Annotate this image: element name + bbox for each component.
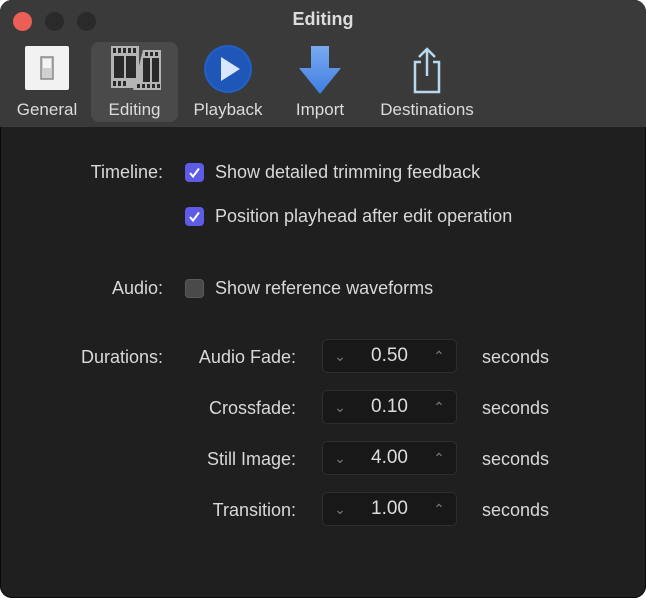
audio-fade-stepper[interactable]: ⌄ 0.50 ⌃ (322, 339, 457, 373)
tab-playback[interactable]: Playback (186, 42, 270, 122)
chevron-up-icon[interactable]: ⌃ (424, 340, 454, 372)
switch-icon (19, 44, 75, 96)
position-playhead-checkbox[interactable] (185, 207, 204, 226)
still-image-value[interactable]: 4.00 (353, 442, 426, 474)
still-image-unit: seconds (482, 449, 550, 469)
show-reference-waveforms-label[interactable]: Show reference waveforms (215, 278, 433, 299)
still-image-stepper[interactable]: ⌄ 4.00 ⌃ (322, 441, 457, 475)
still-image-label: Still Image: (206, 449, 296, 469)
chevron-up-icon[interactable]: ⌃ (424, 442, 454, 474)
tab-destinations-label: Destinations (380, 100, 474, 119)
position-playhead-label[interactable]: Position playhead after edit operation (215, 206, 512, 227)
transition-unit: seconds (482, 500, 550, 520)
checkmark-icon (189, 167, 200, 179)
chevron-down-icon[interactable]: ⌄ (325, 442, 355, 474)
film-edit-icon (107, 44, 163, 96)
show-trimming-feedback-checkbox[interactable] (185, 163, 204, 182)
tab-editing[interactable]: Editing (91, 42, 178, 122)
show-trimming-feedback-label[interactable]: Show detailed trimming feedback (215, 162, 480, 183)
chevron-down-icon[interactable]: ⌄ (325, 391, 355, 423)
chevron-up-icon[interactable]: ⌃ (424, 391, 454, 423)
chevron-up-icon[interactable]: ⌃ (424, 493, 454, 525)
crossfade-value[interactable]: 0.10 (353, 391, 426, 423)
crossfade-unit: seconds (482, 398, 550, 418)
durations-label: Durations: (80, 347, 163, 367)
timeline-label: Timeline: (90, 162, 163, 182)
crossfade-label: Crossfade: (208, 398, 296, 418)
tab-general[interactable]: General (10, 42, 84, 122)
tab-playback-label: Playback (193, 100, 263, 119)
share-icon (399, 44, 455, 96)
transition-stepper[interactable]: ⌄ 1.00 ⌃ (322, 492, 457, 526)
toolbar: Editing General Editing Playback Import … (0, 0, 646, 127)
tab-editing-label: Editing (108, 100, 161, 119)
transition-label: Transition: (212, 500, 296, 520)
tab-general-label: General (16, 100, 78, 119)
audio-fade-unit: seconds (482, 347, 550, 367)
tab-destinations[interactable]: Destinations (370, 42, 484, 122)
preferences-window: Editing General Editing Playback Import … (0, 0, 646, 598)
transition-value[interactable]: 1.00 (353, 493, 426, 525)
checkmark-icon (189, 211, 200, 223)
audio-fade-value[interactable]: 0.50 (353, 340, 426, 372)
tab-import-label: Import (295, 100, 345, 119)
audio-label: Audio: (111, 278, 163, 298)
audio-fade-label: Audio Fade: (198, 347, 296, 367)
chevron-down-icon[interactable]: ⌄ (325, 340, 355, 372)
show-reference-waveforms-checkbox[interactable] (185, 279, 204, 298)
window-title: Editing (292, 9, 354, 29)
tab-import[interactable]: Import (285, 42, 355, 122)
download-arrow-icon (292, 44, 348, 96)
chevron-down-icon[interactable]: ⌄ (325, 493, 355, 525)
play-icon (200, 44, 256, 96)
crossfade-stepper[interactable]: ⌄ 0.10 ⌃ (322, 390, 457, 424)
